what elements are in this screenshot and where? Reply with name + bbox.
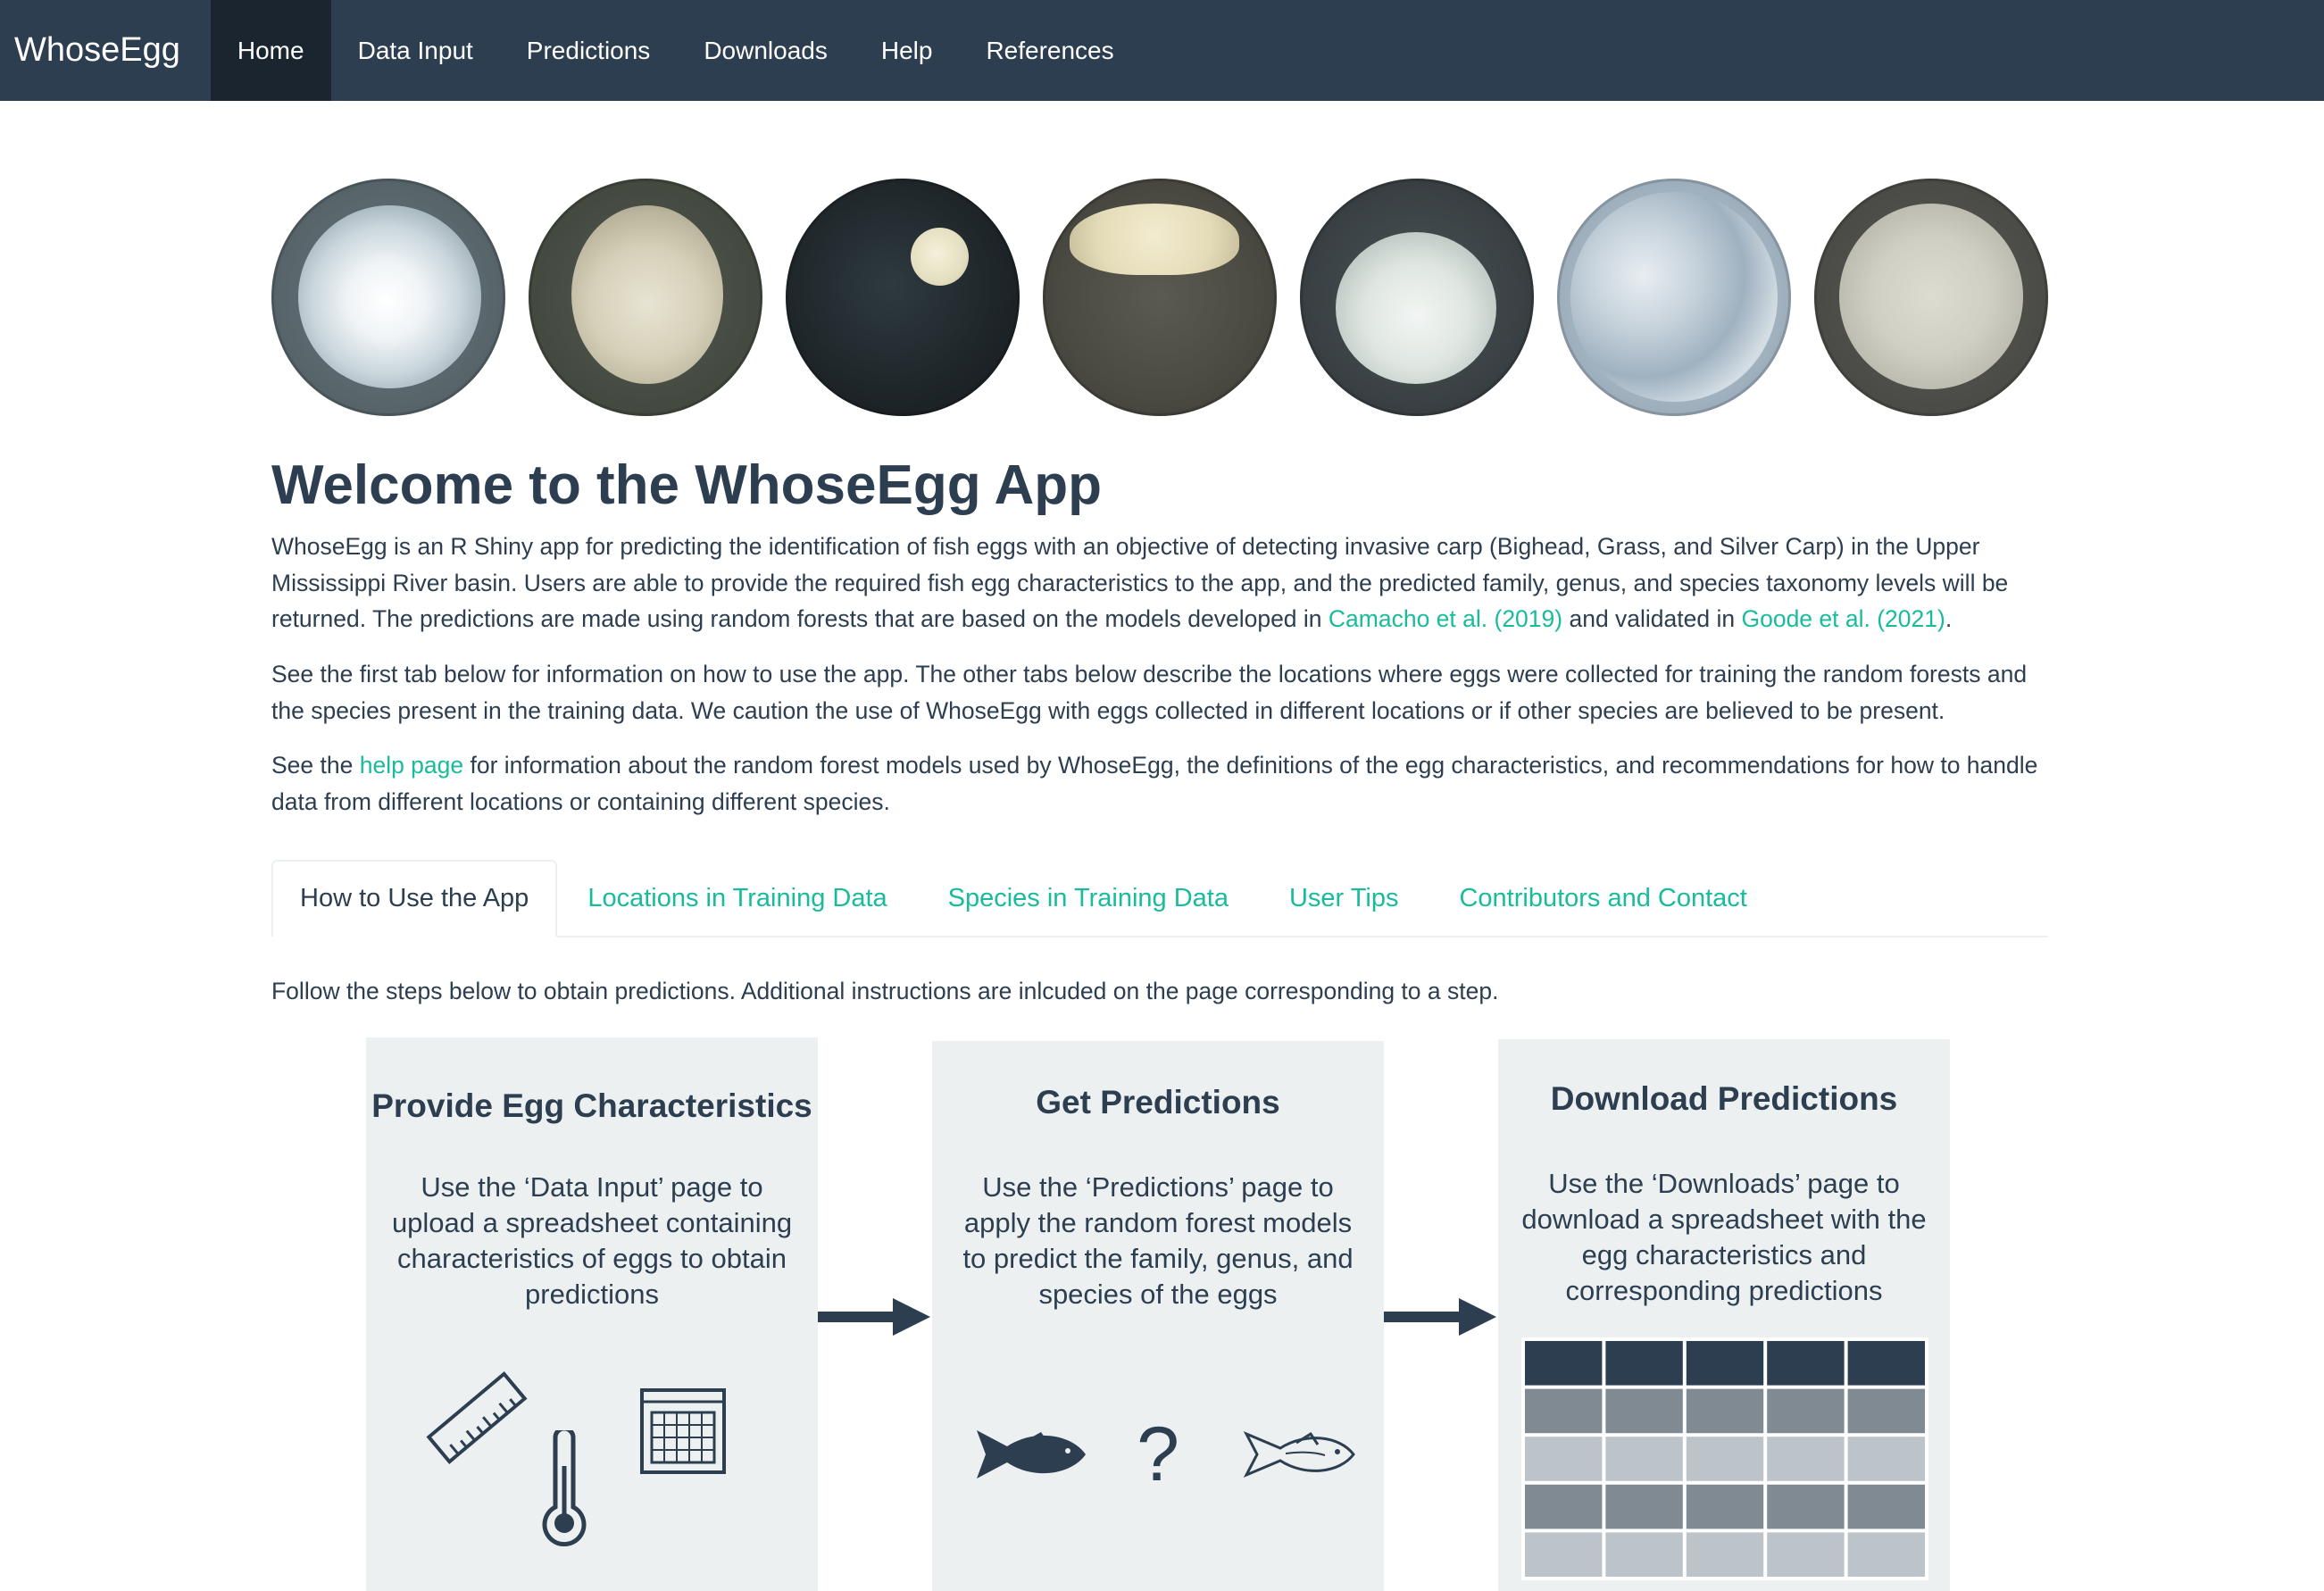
tabs-description-paragraph: See the first tab below for information … xyxy=(271,661,2028,724)
ruler-icon xyxy=(426,1371,528,1464)
main-content: Welcome to the WhoseEgg App WhoseEgg is … xyxy=(271,179,2048,1591)
table-cell xyxy=(1525,1341,1603,1386)
table-cell xyxy=(1767,1484,1845,1529)
table-cell xyxy=(1525,1437,1603,1481)
table-cell xyxy=(1605,1532,1683,1577)
step-text: Use the ‘Data Input’ page to upload a sp… xyxy=(391,1171,793,1310)
table-cell xyxy=(1767,1341,1845,1386)
egg-image-3 xyxy=(786,179,1020,416)
step-text: Use the ‘Predictions’ page to apply the … xyxy=(962,1171,1354,1310)
nav-references[interactable]: References xyxy=(959,0,1140,101)
table-cell xyxy=(1767,1532,1845,1577)
table-cell xyxy=(1525,1532,1603,1577)
step-title: Provide Egg Characteristics xyxy=(371,1087,812,1124)
table-cell xyxy=(1686,1484,1764,1529)
help-page-link[interactable]: help page xyxy=(360,752,463,779)
table-cell xyxy=(1847,1341,1925,1386)
table-cell xyxy=(1767,1437,1845,1481)
brand-logo[interactable]: WhoseEgg xyxy=(0,0,207,101)
table-cell xyxy=(1605,1341,1683,1386)
step-title: Download Predictions xyxy=(1550,1080,1898,1117)
table-cell xyxy=(1767,1388,1845,1434)
nav-downloads[interactable]: Downloads xyxy=(677,0,854,101)
table-cell xyxy=(1686,1532,1764,1577)
table-cell xyxy=(1686,1437,1764,1481)
table-cell xyxy=(1847,1532,1925,1577)
fish-outline-icon xyxy=(1243,1431,1355,1478)
tab-how-to-use[interactable]: How to Use the App xyxy=(271,860,558,937)
table-cell xyxy=(1605,1437,1683,1481)
instructions-text: Follow the steps below to obtain predict… xyxy=(271,978,1499,1004)
page-title: Welcome to the WhoseEgg App xyxy=(271,454,1103,516)
egg-image-6 xyxy=(1557,179,1791,416)
step-text: Use the ‘Downloads’ page to download a s… xyxy=(1521,1168,1927,1306)
step-download-predictions: Download Predictions Use the ‘Downloads’… xyxy=(1498,1039,1950,1591)
step-provide-characteristics: Provide Egg Characteristics Use the ‘Dat… xyxy=(366,1037,818,1591)
thermometer-icon xyxy=(542,1430,587,1546)
table-icon xyxy=(1521,1337,1928,1580)
egg-image-5 xyxy=(1300,179,1534,416)
nav-data-input[interactable]: Data Input xyxy=(331,0,500,101)
intro-text-mid: and validated in xyxy=(1562,605,1742,632)
spreadsheet-icon xyxy=(640,1388,726,1474)
table-cell xyxy=(1686,1388,1764,1434)
egg-image-7 xyxy=(1814,179,2048,416)
help-paragraph: See the help page for information about … xyxy=(271,747,2048,820)
help-text-before: See the xyxy=(271,752,360,779)
step-title: Get Predictions xyxy=(1036,1084,1280,1120)
fish-solid-icon xyxy=(977,1430,1086,1479)
table-cell xyxy=(1847,1388,1925,1434)
arrow-right-icon xyxy=(818,1298,930,1336)
question-icon: ? xyxy=(1137,1412,1179,1497)
table-cell xyxy=(1847,1437,1925,1481)
intro-text-end: . xyxy=(1945,605,1953,632)
info-tabs: How to Use the App Locations in Training… xyxy=(271,860,2048,937)
table-cell xyxy=(1605,1388,1683,1434)
egg-image-1 xyxy=(271,179,505,416)
table-cell xyxy=(1525,1484,1603,1529)
tab-user-tips[interactable]: User Tips xyxy=(1259,862,1429,936)
egg-image-4 xyxy=(1043,179,1277,416)
intro-paragraph: WhoseEgg is an R Shiny app for predictin… xyxy=(271,529,2048,637)
egg-image-row xyxy=(271,179,2048,418)
table-cell xyxy=(1525,1388,1603,1434)
steps-diagram: Provide Egg Characteristics Use the ‘Dat… xyxy=(366,1037,1955,1591)
tab-species[interactable]: Species in Training Data xyxy=(918,862,1259,936)
table-cell xyxy=(1847,1484,1925,1529)
table-cell xyxy=(1605,1484,1683,1529)
tab-contributors[interactable]: Contributors and Contact xyxy=(1429,862,1777,936)
egg-image-2 xyxy=(529,179,762,416)
nav-home[interactable]: Home xyxy=(210,0,331,101)
tab-locations[interactable]: Locations in Training Data xyxy=(557,862,917,936)
navbar: WhoseEgg Home Data Input Predictions Dow… xyxy=(0,0,2324,101)
goode-link[interactable]: Goode et al. (2021) xyxy=(1741,605,1945,632)
camacho-link[interactable]: Camacho et al. (2019) xyxy=(1329,605,1562,632)
step-get-predictions: Get Predictions Use the ‘Predictions’ pa… xyxy=(932,1041,1384,1591)
table-cell xyxy=(1686,1341,1764,1386)
nav-help[interactable]: Help xyxy=(854,0,960,101)
help-text-after: for information about the random forest … xyxy=(271,752,2038,815)
nav-predictions[interactable]: Predictions xyxy=(500,0,678,101)
arrow-right-icon xyxy=(1384,1298,1496,1336)
